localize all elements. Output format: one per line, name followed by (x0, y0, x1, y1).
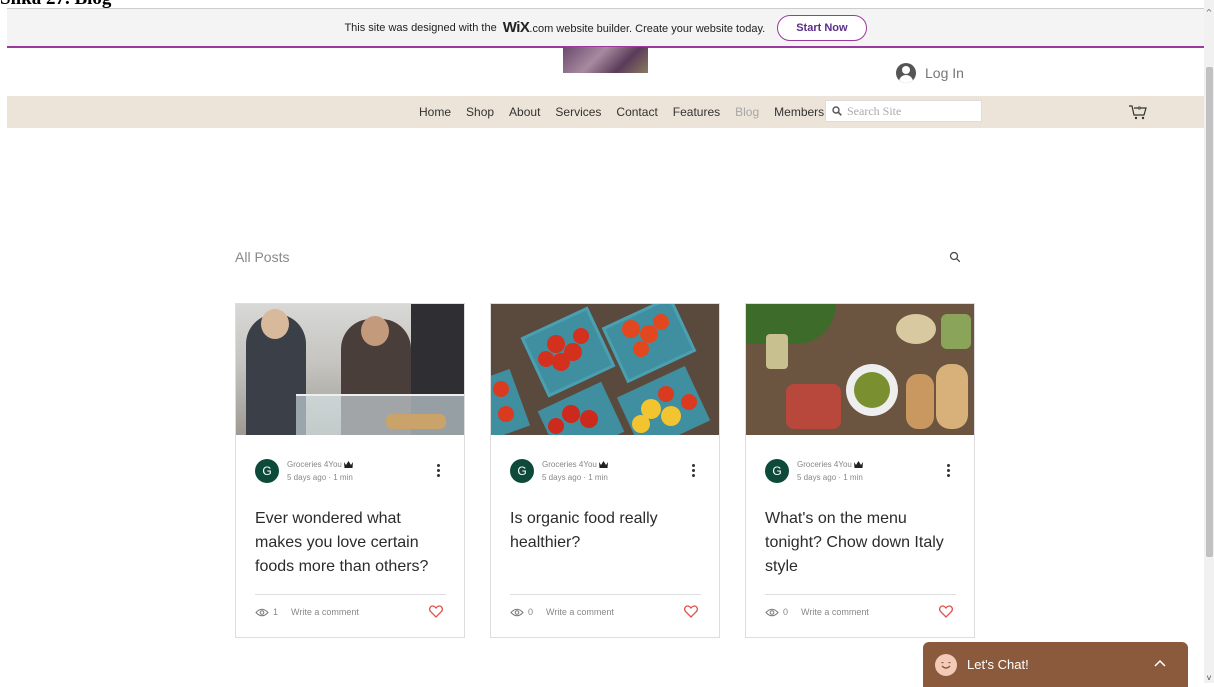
nav-item-blog[interactable]: Blog (735, 105, 759, 119)
author-avatar[interactable]: G (255, 459, 279, 483)
heart-icon[interactable] (429, 605, 443, 618)
post-meta: G Groceries 4You 5 days ago · 1 min (255, 458, 353, 484)
chat-label: Let's Chat! (967, 657, 1029, 672)
wix-promo-banner: This site was designed with the WiX.com … (7, 8, 1204, 48)
scrollbar-thumb[interactable] (1206, 67, 1213, 557)
post-title[interactable]: Ever wondered what makes you love certai… (255, 507, 450, 579)
divider (255, 594, 446, 595)
heart-icon[interactable] (939, 605, 953, 618)
nav-item-members[interactable]: Members (774, 105, 824, 119)
blog-post-card[interactable]: G Groceries 4You 5 days ago · 1 min Is orga… (490, 303, 720, 638)
view-count: 0 (783, 607, 789, 617)
crown-icon (853, 461, 863, 468)
eye-icon (510, 608, 524, 616)
banner-text-before: This site was designed with the (344, 21, 497, 34)
heart-icon[interactable] (684, 605, 698, 618)
crown-icon (343, 461, 353, 468)
view-count: 1 (273, 607, 279, 617)
main-navbar: Home Shop About Services Contact Features Blog… (7, 96, 1204, 128)
write-comment-link[interactable]: Write a comment (801, 607, 869, 617)
user-avatar-icon (896, 63, 916, 83)
author-avatar[interactable]: G (510, 459, 534, 483)
more-options-icon[interactable] (692, 464, 696, 478)
chat-widget[interactable]: Let's Chat! (923, 642, 1188, 687)
login-button[interactable]: Log In (896, 63, 964, 83)
cart-count: 0 (1138, 106, 1141, 112)
blog-search-icon[interactable] (949, 251, 961, 263)
post-date: 5 days ago (287, 473, 327, 482)
nav-item-services[interactable]: Services (555, 105, 601, 119)
site-logo[interactable] (563, 47, 648, 73)
post-meta: G Groceries 4You 5 days ago · 1 min (765, 458, 863, 484)
blog-post-card[interactable]: G Groceries 4You 5 days ago · 1 min Ever wo… (235, 303, 465, 638)
cart-icon[interactable]: 0 (1128, 103, 1148, 121)
write-comment-link[interactable]: Write a comment (546, 607, 614, 617)
page-scrollbar[interactable]: ^ v (1204, 0, 1214, 683)
crown-icon (598, 461, 608, 468)
scroll-up-arrow-icon[interactable]: ^ (1204, 8, 1214, 18)
eye-icon (765, 608, 779, 616)
view-count: 0 (528, 607, 534, 617)
nav-item-home[interactable]: Home (419, 105, 451, 119)
post-date: 5 days ago (797, 473, 837, 482)
author-name[interactable]: Groceries 4You (542, 460, 597, 469)
site-search-box[interactable] (825, 100, 982, 122)
blog-header: All Posts (235, 249, 975, 269)
author-name[interactable]: Groceries 4You (797, 460, 852, 469)
post-title[interactable]: What's on the menu tonight? Chow down It… (765, 507, 960, 579)
chevron-up-icon[interactable] (1154, 659, 1166, 667)
smile-icon (935, 653, 957, 676)
read-time: 1 min (588, 473, 608, 482)
blog-post-card[interactable]: G Groceries 4You 5 days ago · 1 min What's … (745, 303, 975, 638)
divider (765, 594, 956, 595)
post-meta: G Groceries 4You 5 days ago · 1 min (510, 458, 608, 484)
post-image[interactable] (491, 304, 719, 435)
more-options-icon[interactable] (947, 464, 951, 478)
more-options-icon[interactable] (437, 464, 441, 478)
site-search-input[interactable] (845, 102, 979, 120)
nav-item-features[interactable]: Features (673, 105, 720, 119)
write-comment-link[interactable]: Write a comment (291, 607, 359, 617)
post-footer: 1 Write a comment (255, 605, 446, 619)
nav-item-about[interactable]: About (509, 105, 540, 119)
eye-icon (255, 608, 269, 616)
banner-brand-wordmark: WiX.com website builder. Create your web… (502, 19, 766, 36)
post-title[interactable]: Is organic food really healthier? (510, 507, 705, 555)
post-date: 5 days ago (542, 473, 582, 482)
post-footer: 0 Write a comment (765, 605, 956, 619)
start-now-button[interactable]: Start Now (777, 14, 867, 41)
all-posts-tab[interactable]: All Posts (235, 249, 289, 265)
post-footer: 0 Write a comment (510, 605, 701, 619)
search-icon (832, 106, 842, 116)
divider (510, 594, 701, 595)
nav-item-shop[interactable]: Shop (466, 105, 494, 119)
read-time: 1 min (843, 473, 863, 482)
scroll-down-arrow-icon[interactable]: v (1204, 673, 1214, 683)
nav-item-contact[interactable]: Contact (616, 105, 657, 119)
author-name[interactable]: Groceries 4You (287, 460, 342, 469)
read-time: 1 min (333, 473, 353, 482)
post-image[interactable] (746, 304, 974, 435)
post-image[interactable] (236, 304, 464, 435)
login-label: Log In (925, 65, 964, 81)
nav-menu: Home Shop About Services Contact Features Blog… (419, 96, 824, 128)
author-avatar[interactable]: G (765, 459, 789, 483)
